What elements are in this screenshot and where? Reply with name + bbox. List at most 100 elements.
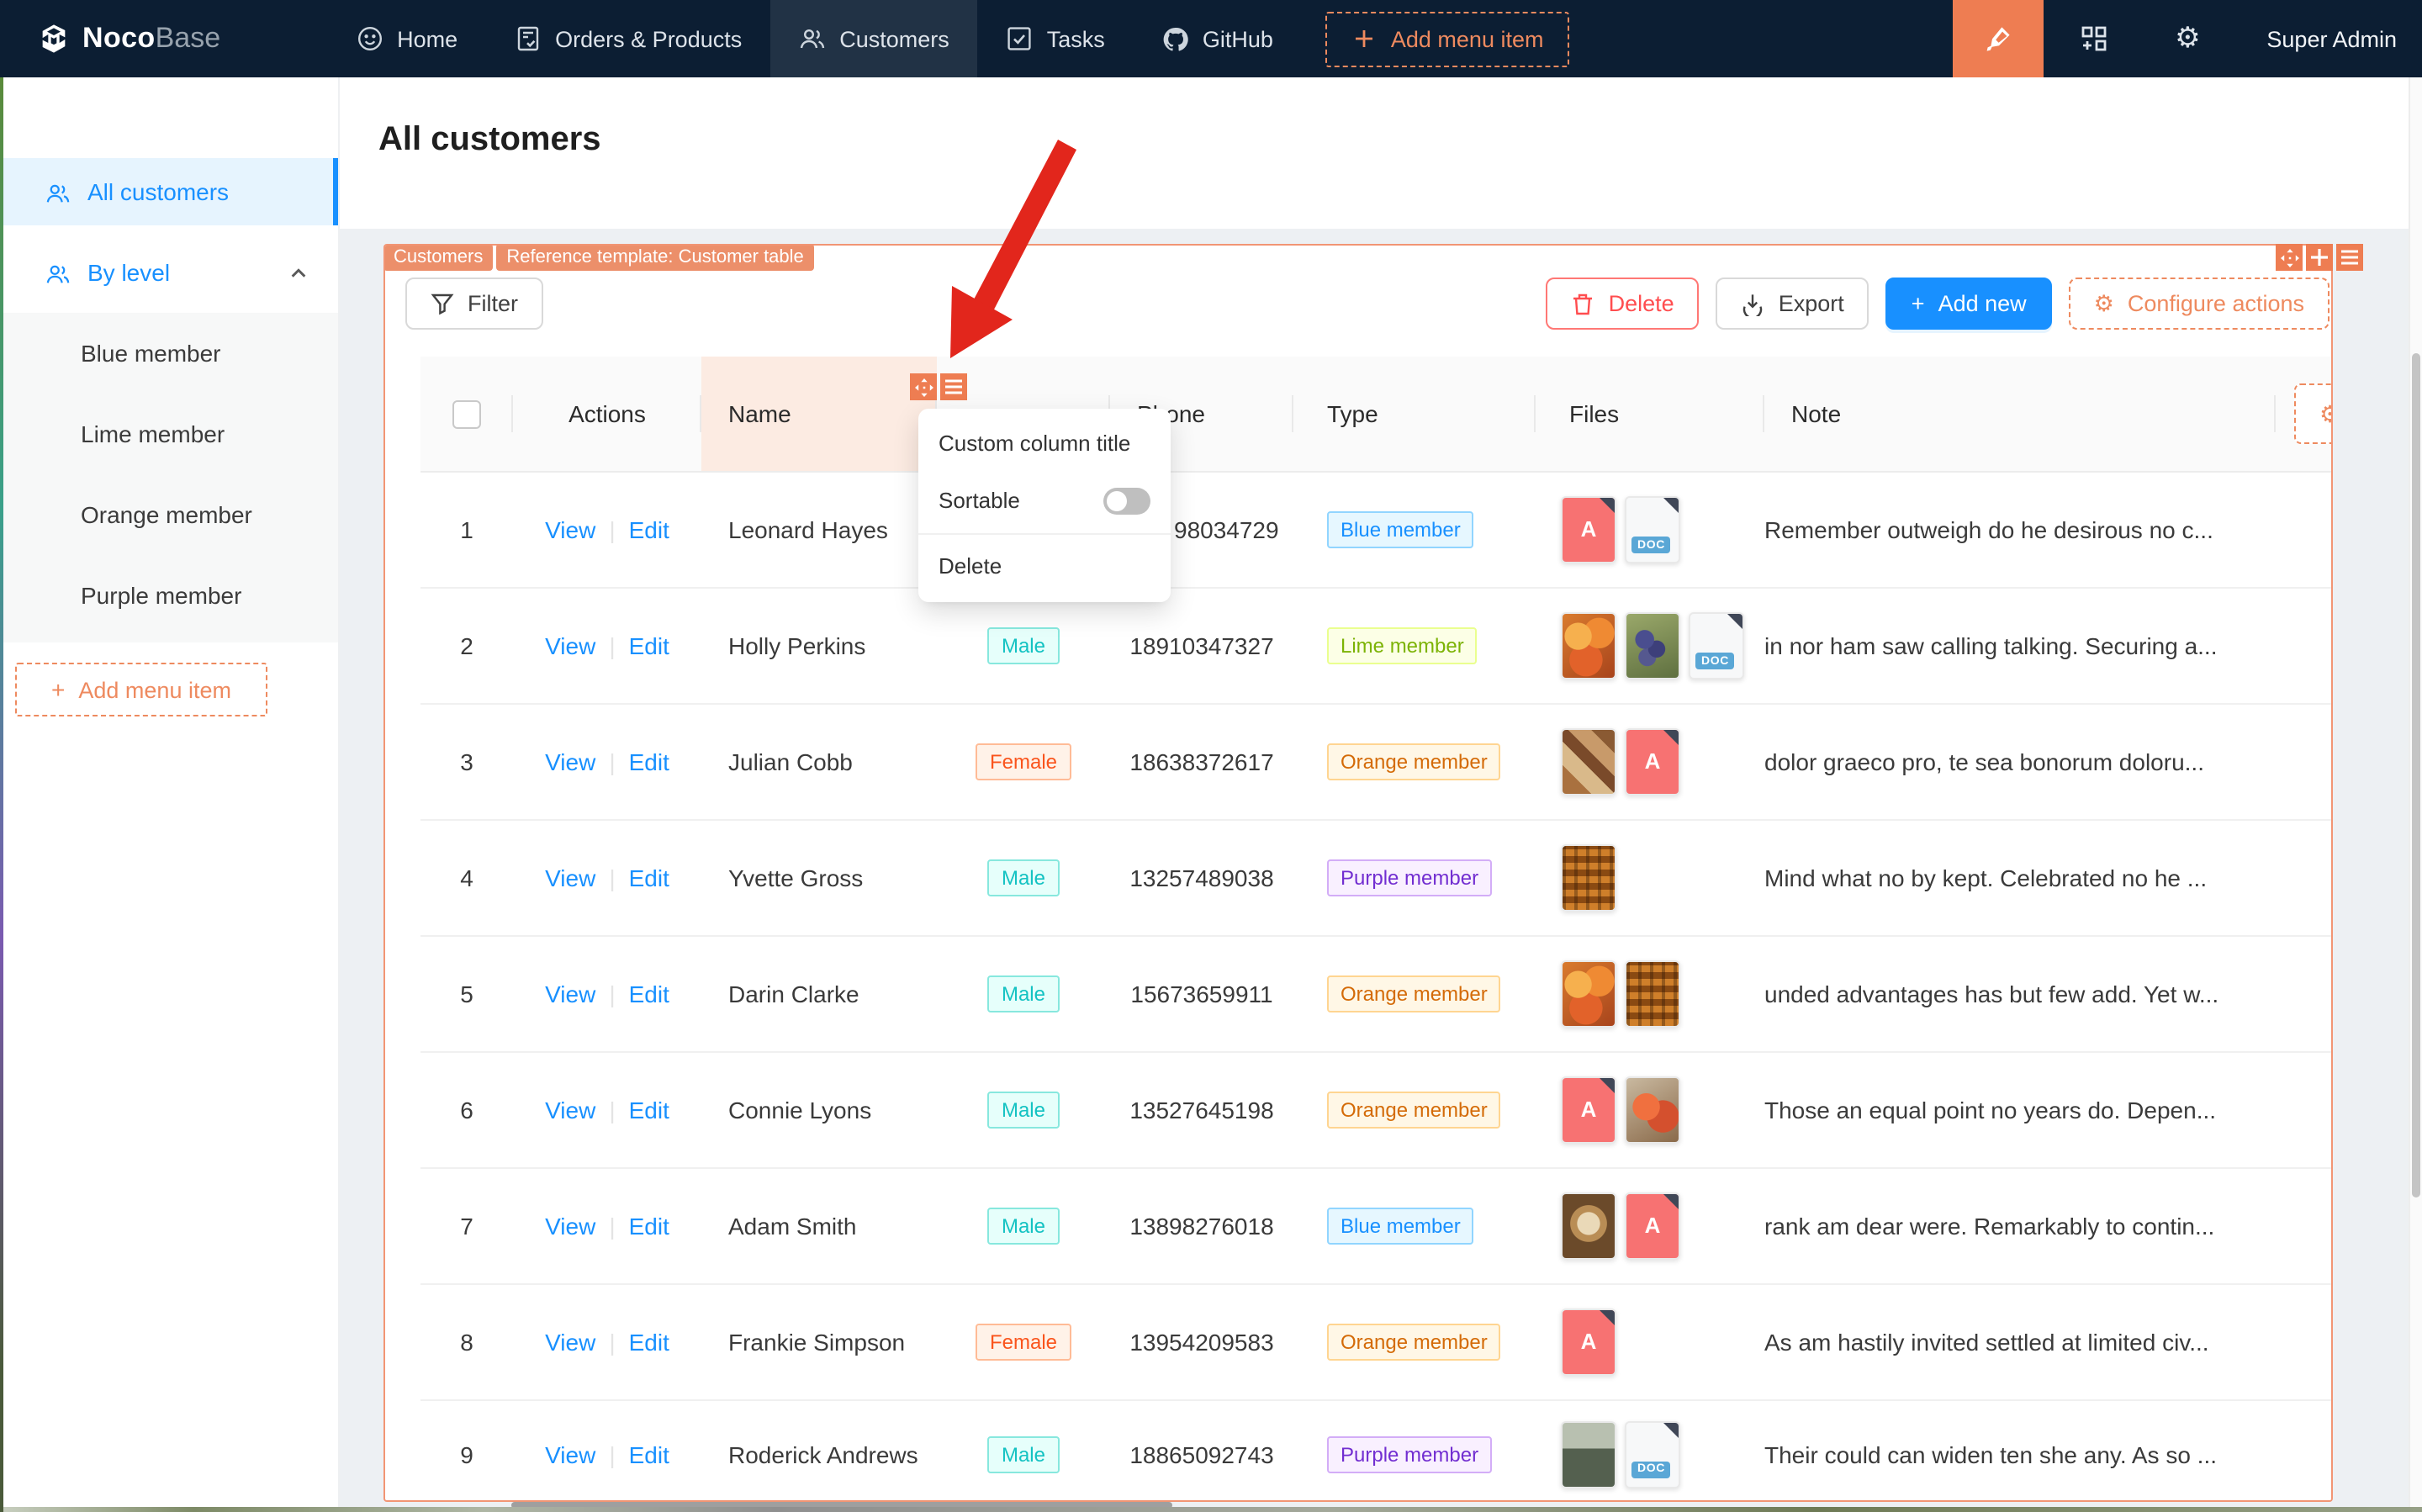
view-link[interactable]: View (545, 1097, 595, 1123)
column-drag-handle-icon[interactable] (910, 373, 937, 400)
cell-phone: 13954209583 (1129, 1329, 1274, 1356)
delete-button[interactable]: Delete (1546, 278, 1700, 330)
sidebar-item-all-customers[interactable]: All customers (0, 158, 338, 225)
pdf-file-icon[interactable]: A (1625, 728, 1680, 796)
nav-item-home[interactable]: Home (328, 0, 486, 77)
cell-files (1536, 937, 1764, 1051)
settings-gear-icon[interactable]: ⚙ (2172, 22, 2203, 54)
column-header-extra[interactable]: ⚙ (2276, 357, 2331, 471)
edit-link[interactable]: Edit (629, 1329, 669, 1356)
cell-phone: 15673659911 (1130, 981, 1273, 1007)
menu-item-sortable[interactable]: Sortable (918, 473, 1171, 530)
row-index: 3 (460, 748, 473, 775)
image-attachment-thumbnail[interactable] (1625, 612, 1680, 679)
nav-item-orders-products[interactable]: Orders & Products (486, 0, 770, 77)
view-link[interactable]: View (545, 981, 595, 1007)
drag-handle-icon[interactable] (2276, 244, 2303, 271)
column-menu-icon[interactable] (940, 373, 967, 400)
image-attachment-thumbnail[interactable] (1561, 728, 1616, 796)
menu-item-delete[interactable]: Delete (918, 538, 1171, 595)
nav-item-customers[interactable]: Customers (770, 0, 978, 77)
edit-link[interactable]: Edit (629, 981, 669, 1007)
image-attachment-thumbnail[interactable] (1625, 960, 1680, 1028)
cell-note: Remember outweigh do he desirous no c... (1764, 516, 2213, 543)
vertical-scrollbar-thumb[interactable] (2412, 353, 2420, 1197)
sidebar-item-purple-member[interactable]: Purple member (0, 555, 338, 636)
configure-columns-button[interactable]: ⚙ (2294, 383, 2331, 444)
nav-item-add-menu-item[interactable]: Add menu item (1325, 11, 1569, 66)
doc-file-icon[interactable]: DOC (1625, 496, 1680, 563)
pdf-file-icon[interactable]: A (1561, 1308, 1616, 1376)
pdf-file-icon[interactable]: A (1561, 496, 1616, 563)
cell-note: Mind what no by kept. Celebrated no he .… (1764, 864, 2208, 891)
gender-badge: Male (987, 627, 1059, 664)
user-menu[interactable]: Super Admin (2266, 26, 2397, 51)
cell-gender: Female (937, 1285, 1110, 1399)
cell-gender: Male (937, 1169, 1110, 1283)
ui-editor-button[interactable] (1952, 0, 2044, 77)
nocobase-logo[interactable]: Noco Base (37, 22, 220, 56)
file-check-icon (515, 25, 542, 52)
table-row: 6 View | Edit Connie Lyons Male 13527645198 Ora… (420, 1053, 2331, 1169)
view-link[interactable]: View (545, 864, 595, 891)
nav-item-github[interactable]: GitHub (1134, 0, 1302, 77)
column-settings-dropdown: Custom column title Sortable Delete (918, 409, 1171, 602)
column-header-type[interactable]: Type (1293, 357, 1536, 471)
sidebar-item-lime-member[interactable]: Lime member (0, 394, 338, 474)
image-attachment-thumbnail[interactable] (1561, 612, 1616, 679)
edit-link[interactable]: Edit (629, 516, 669, 543)
cell-type: Orange member (1293, 1053, 1536, 1167)
sidebar-item-blue-member[interactable]: Blue member (0, 313, 338, 394)
sidebar-item-by-level[interactable]: By level (0, 239, 338, 306)
edit-link[interactable]: Edit (629, 1213, 669, 1240)
pdf-file-icon[interactable]: A (1561, 1076, 1616, 1144)
view-link[interactable]: View (545, 748, 595, 775)
sidebar: All customers By level Blue member Lime me… (0, 77, 340, 1512)
column-header-actions[interactable]: Actions (513, 357, 701, 471)
cell-files: A DOC (1536, 473, 1764, 587)
cell-note: in nor ham saw calling talking. Securing… (1764, 632, 2218, 659)
filter-button[interactable]: Filter (405, 278, 543, 330)
image-attachment-thumbnail[interactable] (1625, 1076, 1680, 1144)
row-actions: View | Edit (545, 748, 669, 775)
edit-link[interactable]: Edit (629, 1097, 669, 1123)
row-index: 7 (460, 1213, 473, 1240)
add-block-icon[interactable] (2306, 244, 2333, 271)
edit-link[interactable]: Edit (629, 748, 669, 775)
doc-file-icon[interactable]: DOC (1625, 1420, 1680, 1488)
image-attachment-thumbnail[interactable] (1561, 844, 1616, 912)
view-link[interactable]: View (545, 1441, 595, 1467)
plugin-manager-icon[interactable] (2078, 24, 2108, 54)
edit-link[interactable]: Edit (629, 864, 669, 891)
edit-link[interactable]: Edit (629, 1441, 669, 1467)
cell-phone: 13257489038 (1129, 864, 1274, 891)
view-link[interactable]: View (545, 1213, 595, 1240)
view-link[interactable]: View (545, 1329, 595, 1356)
configure-actions-button[interactable]: ⚙ Configure actions (2068, 278, 2329, 330)
block-menu-icon[interactable] (2336, 244, 2363, 271)
doc-file-icon[interactable]: DOC (1689, 612, 1744, 679)
select-all-checkbox[interactable] (452, 399, 481, 428)
sidebar-item-orange-member[interactable]: Orange member (0, 474, 338, 555)
column-header-name[interactable]: Name (701, 357, 937, 471)
image-attachment-thumbnail[interactable] (1561, 960, 1616, 1028)
edit-link[interactable]: Edit (629, 632, 669, 659)
row-index: 9 (460, 1441, 473, 1467)
nav-item-tasks[interactable]: Tasks (978, 0, 1134, 77)
view-link[interactable]: View (545, 632, 595, 659)
member-type-badge: Orange member (1327, 1324, 1501, 1361)
export-button[interactable]: Export (1716, 278, 1869, 330)
table-header-row: ActionsNamePhoneTypeFilesNote⚙ (420, 357, 2331, 473)
sidebar-add-menu-item-button[interactable]: + Add menu item (15, 663, 267, 716)
image-attachment-thumbnail[interactable] (1561, 1420, 1616, 1488)
image-attachment-thumbnail[interactable] (1561, 1192, 1616, 1260)
sortable-toggle[interactable] (1103, 488, 1150, 515)
column-header-files[interactable]: Files (1536, 357, 1764, 471)
column-header-note[interactable]: Note (1764, 357, 2276, 471)
add-new-button[interactable]: + Add new (1885, 278, 2052, 330)
pdf-file-icon[interactable]: A (1625, 1192, 1680, 1260)
table-row: 7 View | Edit Adam Smith Male 13898276018 Blue … (420, 1169, 2331, 1285)
view-link[interactable]: View (545, 516, 595, 543)
filter-funnel-icon (431, 292, 454, 315)
menu-item-custom-column-title[interactable]: Custom column title (918, 415, 1171, 473)
